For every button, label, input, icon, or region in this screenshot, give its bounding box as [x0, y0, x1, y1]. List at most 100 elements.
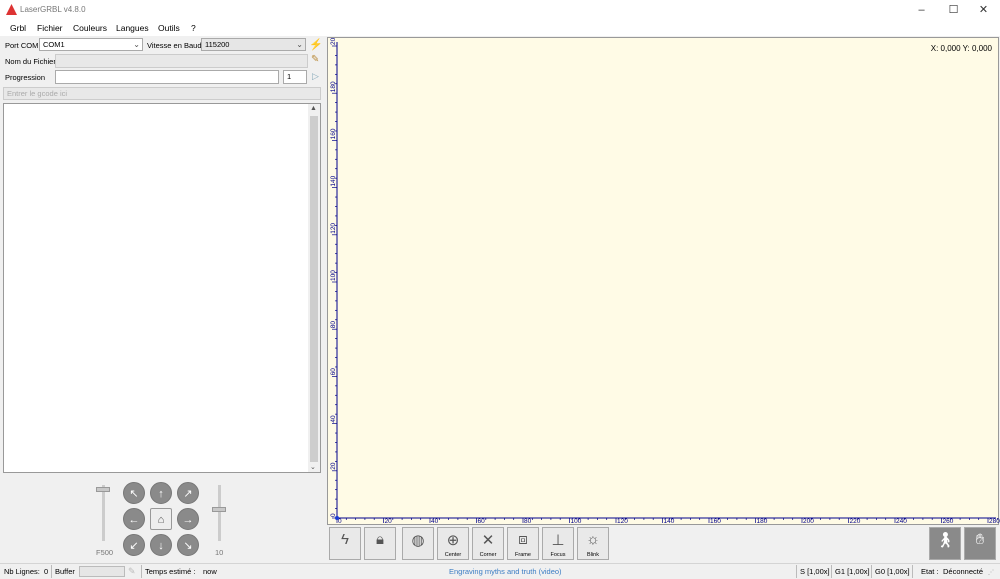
- separator: [912, 565, 913, 578]
- status-bar: Nb Lignes: 0 Buffer ✎ Temps estimé : now…: [0, 563, 1000, 579]
- feed-slider[interactable]: [102, 485, 105, 541]
- menu-grbl[interactable]: Grbl: [10, 23, 26, 33]
- baud-combo[interactable]: 115200 ⌄: [201, 38, 306, 51]
- state-label: Etat :: [921, 567, 939, 576]
- globe-icon: ◍: [411, 532, 425, 549]
- y-tick-label: 140: [330, 175, 337, 186]
- blink-icon: ☼: [586, 531, 600, 548]
- x-tick-label: 220: [850, 518, 861, 525]
- stop-button[interactable]: ✋︎: [964, 527, 996, 560]
- y-tick-label: 160: [330, 128, 337, 139]
- open-file-icon[interactable]: ✎: [311, 54, 319, 65]
- x-tick-label: 240: [896, 518, 907, 525]
- menu-outils[interactable]: Outils: [158, 23, 180, 33]
- title-bar: LaserGRBL v4.8.0 – ☐ ✕: [0, 0, 1000, 20]
- app-logo-icon: [6, 4, 17, 15]
- feed-slider-thumb[interactable]: [96, 487, 110, 492]
- separator: [831, 565, 832, 578]
- resume-button[interactable]: 🚶︎: [929, 527, 961, 560]
- gcode-input[interactable]: Entrer le gcode ici: [3, 87, 321, 100]
- jog-s-button[interactable]: ↓: [150, 534, 172, 556]
- step-label: 10: [215, 548, 224, 557]
- buffer-icon: ✎: [128, 566, 136, 576]
- command-log[interactable]: ▲ ⌄: [3, 103, 321, 473]
- jog-se-button[interactable]: ↘: [177, 534, 199, 556]
- resize-grip-icon: ⋰: [988, 570, 994, 576]
- bottom-toolbar: ϟ 🔒︎ ◍ ⊕ Center ✕ Corner ⧈ Frame ⊥ Focus ☼ Bl…: [326, 525, 1000, 563]
- frame-button[interactable]: ⧈ Frame: [507, 527, 539, 560]
- stop-hand-icon: ✋︎: [975, 531, 985, 548]
- scroll-up-icon[interactable]: ▲: [310, 105, 317, 112]
- frame-icon: ⧈: [518, 531, 528, 548]
- menu-langues[interactable]: Langues: [116, 23, 149, 33]
- lock-icon: 🔒︎: [376, 531, 384, 548]
- help-link[interactable]: Engraving myths and truth (video): [449, 567, 562, 576]
- menu-bar: Grbl Fichier Couleurs Langues Outils ?: [0, 20, 1000, 36]
- y-tick-label: 180: [330, 81, 337, 92]
- unlock-button[interactable]: 🔒︎: [364, 527, 396, 560]
- s-override[interactable]: S [1,00x]: [800, 567, 830, 576]
- jog-w-button[interactable]: ←: [123, 508, 145, 530]
- step-slider-thumb[interactable]: [212, 507, 226, 512]
- jog-ne-button[interactable]: ↗: [177, 482, 199, 504]
- minimize-button[interactable]: –: [906, 0, 937, 20]
- port-label: Port COM: [5, 41, 39, 50]
- jog-nw-button[interactable]: ↖: [123, 482, 145, 504]
- globe-button[interactable]: ◍: [402, 527, 434, 560]
- progress-bar: [55, 70, 279, 84]
- y-tick-label: 200: [330, 38, 337, 45]
- jog-n-button[interactable]: ↑: [150, 482, 172, 504]
- x-tick-label: 120: [617, 518, 628, 525]
- x-tick-label: 260: [943, 518, 954, 525]
- x-tick-label: 180: [757, 518, 768, 525]
- scroll-thumb[interactable]: [310, 116, 318, 462]
- console-scrollbar[interactable]: ▲ ⌄: [308, 104, 320, 472]
- separator: [51, 565, 52, 578]
- separator: [796, 565, 797, 578]
- g0-override[interactable]: G0 [1,00x]: [875, 567, 910, 576]
- corner-button[interactable]: ✕ Corner: [472, 527, 504, 560]
- chevron-down-icon: ⌄: [296, 40, 303, 49]
- window-title: LaserGRBL v4.8.0: [20, 5, 86, 14]
- preview-canvas[interactable]: X: 0,000 Y: 0,000 0 20 40 60 80 100 120 140 160 1…: [327, 37, 1000, 525]
- home-button[interactable]: ⌂: [150, 508, 172, 530]
- separator: [871, 565, 872, 578]
- progress-label: Progression: [5, 73, 46, 82]
- jog-sw-button[interactable]: ↙: [123, 534, 145, 556]
- menu-help[interactable]: ?: [191, 23, 196, 33]
- walking-man-icon: 🚶︎: [935, 532, 955, 549]
- ruler-axes: 0 20 40 60 80 100 120 140 160 180 200 220 240 260 2800…: [330, 38, 1000, 525]
- maximize-button[interactable]: ☐: [938, 0, 969, 20]
- center-icon: ⊕: [446, 532, 460, 549]
- x-tick-label: 60: [478, 518, 486, 525]
- center-button[interactable]: ⊕ Center: [437, 527, 469, 560]
- baud-value: 115200: [205, 40, 230, 49]
- x-tick-label: 280: [989, 518, 1000, 525]
- y-tick-label: 60: [330, 368, 337, 376]
- copies-stepper[interactable]: 1: [283, 70, 307, 84]
- jog-e-button[interactable]: →: [177, 508, 199, 530]
- blink-button[interactable]: ☼ Blink: [577, 527, 609, 560]
- buffer-label: Buffer: [55, 567, 75, 576]
- scroll-down-icon[interactable]: ⌄: [310, 463, 316, 471]
- run-icon[interactable]: ▷: [312, 71, 319, 82]
- x-tick-label: 80: [524, 518, 532, 525]
- x-tick-label: 140: [664, 518, 675, 525]
- x-tick-label: 200: [803, 518, 814, 525]
- close-button[interactable]: ✕: [968, 0, 999, 20]
- menu-couleurs[interactable]: Couleurs: [73, 23, 107, 33]
- jog-panel: F500 ↖ ↑ ↗ ← ⌂ → ↙ ↓ ↘ 10: [3, 473, 321, 563]
- time-value: now: [203, 567, 217, 576]
- focus-button[interactable]: ⊥ Focus: [542, 527, 574, 560]
- baud-label: Vitesse en Baud: [147, 41, 202, 50]
- port-combo[interactable]: COM1 ⌄: [39, 38, 143, 51]
- corner-icon: ✕: [481, 532, 495, 549]
- x-tick-label: 160: [710, 518, 721, 525]
- g1-override[interactable]: G1 [1,00x]: [835, 567, 870, 576]
- reset-button[interactable]: ϟ: [329, 527, 361, 560]
- step-slider[interactable]: [218, 485, 221, 541]
- menu-fichier[interactable]: Fichier: [37, 23, 63, 33]
- chevron-down-icon: ⌄: [133, 40, 140, 49]
- separator: [141, 565, 142, 578]
- connect-icon[interactable]: ⚡: [309, 38, 323, 51]
